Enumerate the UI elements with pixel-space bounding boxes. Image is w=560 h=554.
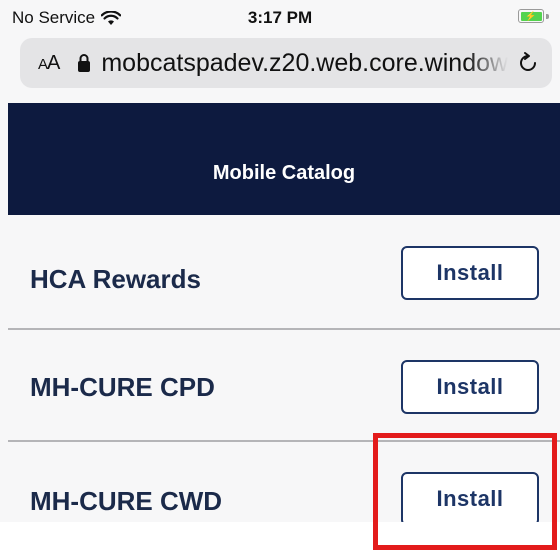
install-button[interactable]: Install bbox=[401, 246, 539, 300]
highlight-box bbox=[373, 433, 557, 550]
divider bbox=[8, 328, 560, 330]
battery-icon: ⚡ bbox=[518, 9, 544, 23]
battery-nub bbox=[546, 14, 549, 19]
status-bar: No Service 3:17 PM ⚡ bbox=[0, 0, 560, 36]
battery-fill: ⚡ bbox=[520, 11, 542, 21]
address-bar[interactable]: AA mobcatspadev.z20.web.core.windows.net bbox=[20, 38, 552, 88]
list-item-mh-cure-cpd: MH-CURE CPD Install bbox=[8, 332, 560, 444]
page-title: Mobile Catalog bbox=[212, 161, 356, 184]
install-button[interactable]: Install bbox=[401, 360, 539, 414]
app-name: MH-CURE CWD bbox=[30, 486, 223, 516]
url-text[interactable]: mobcatspadev.z20.web.core.windows.net bbox=[101, 49, 508, 78]
reader-view-button[interactable]: AA bbox=[38, 52, 60, 75]
app-header: Mobile Catalog bbox=[8, 103, 560, 215]
list-item-hca-rewards: HCA Rewards Install bbox=[8, 220, 560, 332]
lock-icon bbox=[78, 54, 91, 72]
phone-screen: No Service 3:17 PM ⚡ AA mobcatspadev.z20… bbox=[0, 0, 560, 554]
app-name: MH-CURE CPD bbox=[30, 372, 215, 402]
app-name: HCA Rewards bbox=[30, 264, 201, 294]
status-time: 3:17 PM bbox=[247, 8, 313, 27]
reload-icon[interactable] bbox=[516, 51, 540, 75]
